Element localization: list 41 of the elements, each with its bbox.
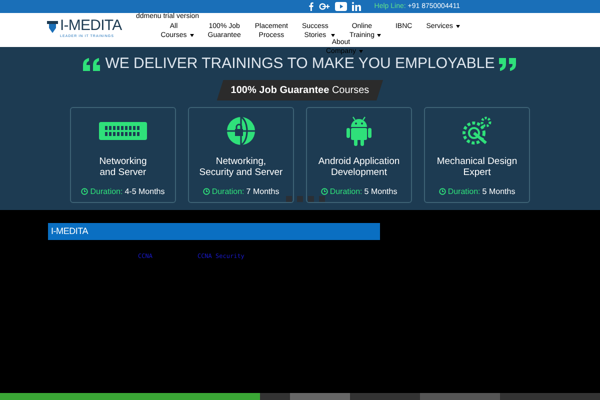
logo-name: I-MEDITA [60,18,122,33]
clock-icon [438,188,446,195]
guarantee-badge: 100% Job Guarantee Courses [216,80,384,100]
gear-wrench-icon [462,116,492,146]
course-card[interactable]: Android Application Development Duration: 5 Months [306,106,412,202]
caret-icon [456,25,460,28]
google-plus-icon[interactable] [319,2,330,11]
open-quote-icon [83,58,102,71]
globe-lock-icon [226,116,256,146]
graduation-cap-logo-icon [47,18,58,32]
facebook-icon[interactable] [308,2,314,11]
duration-value: 7 Months [246,186,280,198]
clock-icon [81,188,88,195]
course-card[interactable]: Networking, Security and Server Duration: 7 Months [188,106,294,202]
duration-label: Duration: [448,186,480,198]
server-rack-icon [99,122,147,140]
banner-headline: WE DELIVER TRAININGS TO MAKE YOU EMPLOYABLE [105,54,495,74]
duration-label: Duration: [212,186,244,198]
course-title: Networking, Security and Server [199,156,283,178]
clock-icon [320,188,328,195]
close-quote-icon [498,58,517,71]
course-title: Mechanical Design Expert [436,156,518,178]
caret-icon [358,50,363,53]
duration-label: Duration: [330,186,362,198]
clock-icon [202,188,210,195]
duration-value: 5 Months [482,186,516,198]
duration-value: 5 Months [364,186,398,198]
android-icon [346,116,372,146]
caret-icon [377,34,382,37]
section-logo: I-MEDITA [51,224,88,238]
youtube-icon[interactable] [335,2,348,11]
course-card[interactable]: Mechanical Design Expert Duration: 5 Months [424,106,530,202]
course-title: Android Application Development [318,156,400,178]
linkedin-icon[interactable] [352,2,362,11]
carousel-dots-icon[interactable] [286,196,326,202]
caret-icon [190,34,194,37]
duration-label: Duration: [90,186,123,198]
course-title: Networking and Server [99,156,147,178]
duration-value: 4-5 Months [124,186,165,198]
course-card[interactable]: Networking and Server Duration: 4-5 Months [70,106,176,202]
caret-icon [331,34,336,37]
